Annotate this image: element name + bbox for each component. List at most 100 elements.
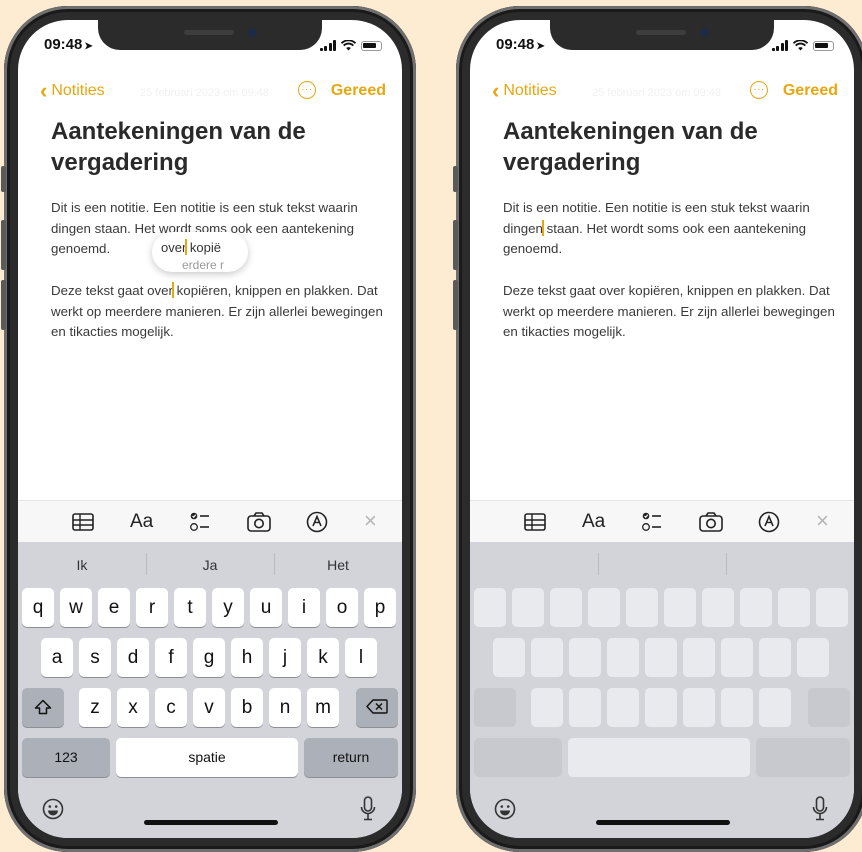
key-l[interactable]: l bbox=[345, 638, 377, 677]
note-title[interactable]: Aantekeningen van de vergadering bbox=[503, 116, 833, 178]
key-t[interactable]: t bbox=[174, 588, 206, 627]
format-icon[interactable]: Aa bbox=[130, 511, 153, 533]
close-icon[interactable]: × bbox=[816, 508, 829, 534]
back-button[interactable]: ‹ Notities bbox=[492, 80, 557, 102]
table-icon[interactable] bbox=[524, 513, 546, 531]
blank-key bbox=[664, 588, 696, 627]
key-d[interactable]: d bbox=[117, 638, 149, 677]
keyboard: Ik Ja Het q w e r t y u i o p a s d f g … bbox=[18, 542, 402, 838]
key-b[interactable]: b bbox=[231, 688, 263, 727]
done-button[interactable]: Gereed bbox=[783, 82, 838, 100]
space-key[interactable]: spatie bbox=[116, 738, 298, 777]
home-indicator[interactable] bbox=[144, 820, 278, 825]
note-date: 25 februari 2023 om 09:48 bbox=[140, 87, 270, 99]
blank-key bbox=[607, 638, 639, 677]
checklist-icon[interactable] bbox=[642, 511, 662, 533]
blank-key bbox=[493, 638, 525, 677]
key-y[interactable]: y bbox=[212, 588, 244, 627]
blank-key bbox=[740, 588, 772, 627]
battery-icon bbox=[813, 40, 834, 51]
note-paragraph-2[interactable]: Deze tekst gaat over kopiëren, knippen e… bbox=[503, 281, 845, 343]
key-a[interactable]: a bbox=[41, 638, 73, 677]
key-q[interactable]: q bbox=[22, 588, 54, 627]
more-options-icon[interactable]: ··· bbox=[298, 81, 316, 99]
blank-key bbox=[531, 638, 563, 677]
wifi-icon bbox=[793, 40, 808, 51]
note-title[interactable]: Aantekeningen van de vergadering bbox=[51, 116, 381, 178]
location-arrow-icon: ➤ bbox=[84, 41, 93, 52]
markup-pen-icon[interactable] bbox=[758, 511, 780, 533]
notch bbox=[550, 20, 774, 50]
shift-key[interactable] bbox=[22, 688, 64, 727]
camera-icon[interactable] bbox=[699, 512, 723, 532]
camera-icon[interactable] bbox=[247, 512, 271, 532]
home-indicator[interactable] bbox=[596, 820, 730, 825]
key-o[interactable]: o bbox=[326, 588, 358, 627]
return-key[interactable]: return bbox=[304, 738, 398, 777]
blank-key bbox=[816, 588, 848, 627]
note-paragraph-2[interactable]: Deze tekst gaat over kopiëren, knippen e… bbox=[51, 281, 393, 343]
checklist-icon[interactable] bbox=[190, 511, 210, 533]
blank-key bbox=[550, 588, 582, 627]
markup-pen-icon[interactable] bbox=[306, 511, 328, 533]
volume-up-button bbox=[453, 220, 458, 270]
blank-key bbox=[759, 688, 791, 727]
key-g[interactable]: g bbox=[193, 638, 225, 677]
key-j[interactable]: j bbox=[269, 638, 301, 677]
blank-key bbox=[569, 688, 601, 727]
key-r[interactable]: r bbox=[136, 588, 168, 627]
suggestion-1[interactable]: Ik bbox=[18, 557, 146, 573]
silent-switch bbox=[1, 166, 6, 192]
key-w[interactable]: w bbox=[60, 588, 92, 627]
key-z[interactable]: z bbox=[79, 688, 111, 727]
key-c[interactable]: c bbox=[155, 688, 187, 727]
key-k[interactable]: k bbox=[307, 638, 339, 677]
back-button[interactable]: ‹ Notities bbox=[40, 80, 105, 102]
blank-key bbox=[759, 638, 791, 677]
blank-key bbox=[721, 638, 753, 677]
microphone-icon[interactable] bbox=[360, 796, 376, 822]
key-p[interactable]: p bbox=[364, 588, 396, 627]
blank-key bbox=[797, 638, 829, 677]
key-m[interactable]: m bbox=[307, 688, 339, 727]
notch bbox=[98, 20, 322, 50]
suggestion-3[interactable]: Het bbox=[274, 557, 402, 573]
table-icon[interactable] bbox=[72, 513, 94, 531]
status-time: 09:48 ➤ bbox=[496, 36, 545, 53]
key-u[interactable]: u bbox=[250, 588, 282, 627]
key-v[interactable]: v bbox=[193, 688, 225, 727]
note-paragraph-1[interactable]: Dit is een notitie. Een notitie is een s… bbox=[503, 198, 845, 260]
screen: 09:48 ➤ ‹ Notities 25 februari 2023 om 09:… bbox=[18, 20, 402, 838]
wifi-icon bbox=[341, 40, 356, 51]
blank-key bbox=[683, 638, 715, 677]
close-icon[interactable]: × bbox=[364, 508, 377, 534]
blank-key bbox=[645, 688, 677, 727]
screen: 09:48 ➤ ‹ Notities 25 februari 2023 om 09:… bbox=[470, 20, 854, 838]
more-options-icon[interactable]: ··· bbox=[750, 81, 768, 99]
camera-icon bbox=[248, 28, 257, 37]
format-icon[interactable]: Aa bbox=[582, 511, 605, 533]
delete-key[interactable] bbox=[356, 688, 398, 727]
note-date: 25 februari 2023 om 09:48 bbox=[592, 87, 722, 99]
key-f[interactable]: f bbox=[155, 638, 187, 677]
shift-arrow-icon bbox=[34, 699, 52, 715]
blank-key bbox=[756, 738, 850, 777]
blank-key bbox=[474, 738, 562, 777]
suggestion-2[interactable]: Ja bbox=[146, 557, 274, 573]
key-i[interactable]: i bbox=[288, 588, 320, 627]
key-e[interactable]: e bbox=[98, 588, 130, 627]
key-x[interactable]: x bbox=[117, 688, 149, 727]
keyboard-trackpad-mode[interactable] bbox=[470, 542, 854, 838]
blank-key bbox=[645, 638, 677, 677]
key-h[interactable]: h bbox=[231, 638, 263, 677]
emoji-icon[interactable] bbox=[42, 798, 64, 820]
microphone-icon[interactable] bbox=[812, 796, 828, 822]
numbers-key[interactable]: 123 bbox=[22, 738, 110, 777]
done-button[interactable]: Gereed bbox=[331, 82, 386, 100]
emoji-icon[interactable] bbox=[494, 798, 516, 820]
blank-key bbox=[683, 688, 715, 727]
key-n[interactable]: n bbox=[269, 688, 301, 727]
blank-key bbox=[588, 588, 620, 627]
key-s[interactable]: s bbox=[79, 638, 111, 677]
status-time: 09:48 ➤ bbox=[44, 36, 93, 53]
